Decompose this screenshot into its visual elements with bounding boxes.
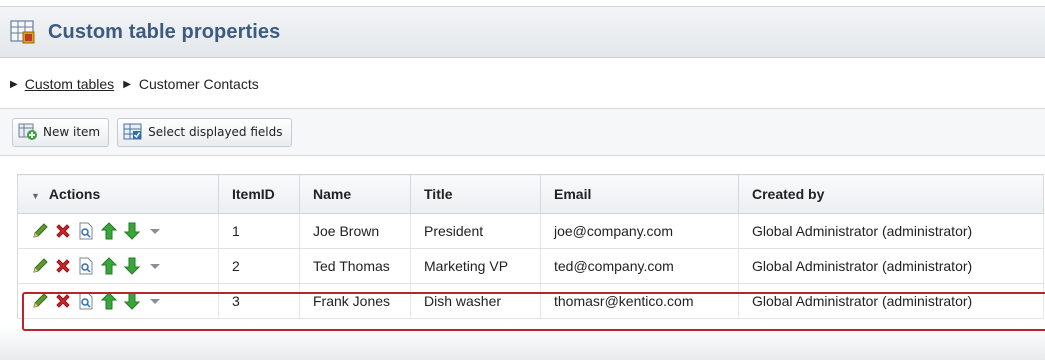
cell-created-by: Global Administrator (administrator) <box>738 283 1044 319</box>
cell-itemid: 1 <box>218 213 300 249</box>
page-header: Custom table properties <box>0 6 1045 58</box>
column-header-email[interactable]: Email <box>540 174 739 214</box>
select-displayed-fields-label: Select displayed fields <box>148 125 283 139</box>
delete-icon[interactable] <box>54 292 72 310</box>
cell-title: Dish washer <box>410 283 541 319</box>
page-title: Custom table properties <box>48 20 281 43</box>
grid-header-row: ▼ Actions ItemID Name Title Email Created… <box>17 174 1044 214</box>
breadcrumb-link-custom-tables[interactable]: Custom tables <box>25 76 114 92</box>
view-icon[interactable] <box>77 292 95 310</box>
cell-email: thomasr@kentico.com <box>540 283 739 319</box>
cell-name: Joe Brown <box>299 213 411 249</box>
cell-title: Marketing VP <box>410 248 541 284</box>
column-header-title[interactable]: Title <box>410 174 541 214</box>
more-actions-dropdown-icon[interactable] <box>146 222 164 240</box>
cell-title: President <box>410 213 541 249</box>
select-displayed-fields-button[interactable]: Select displayed fields <box>117 117 292 147</box>
table-row: 2 Ted Thomas Marketing VP ted@company.co… <box>17 248 1044 284</box>
new-item-button[interactable]: New item <box>12 117 110 147</box>
move-down-icon[interactable] <box>123 257 141 275</box>
breadcrumb-arrow-icon: ▶ <box>10 78 18 90</box>
cell-created-by: Global Administrator (administrator) <box>738 213 1044 249</box>
cell-itemid: 3 <box>218 283 300 319</box>
cell-email: joe@company.com <box>540 213 739 249</box>
view-icon[interactable] <box>77 257 95 275</box>
breadcrumb-current: Customer Contacts <box>138 76 259 92</box>
cell-name: Frank Jones <box>299 283 411 319</box>
custom-table-grid: ▼ Actions ItemID Name Title Email Created… <box>17 174 1044 319</box>
edit-pencil-icon[interactable] <box>31 292 49 310</box>
column-header-created-by[interactable]: Created by <box>738 174 1044 214</box>
toolbar: New item Select displayed fields <box>0 108 1045 156</box>
cell-created-by: Global Administrator (administrator) <box>738 248 1044 284</box>
edit-pencil-icon[interactable] <box>31 222 49 240</box>
view-icon[interactable] <box>77 222 95 240</box>
sort-arrow-icon[interactable]: ▼ <box>31 191 40 201</box>
move-up-icon[interactable] <box>100 222 118 240</box>
column-header-actions[interactable]: ▼ Actions <box>17 174 219 214</box>
new-item-label: New item <box>43 125 101 139</box>
cell-email: ted@company.com <box>540 248 739 284</box>
more-actions-dropdown-icon[interactable] <box>146 257 164 275</box>
delete-icon[interactable] <box>54 257 72 275</box>
move-up-icon[interactable] <box>100 292 118 310</box>
grid-area: ▼ Actions ItemID Name Title Email Created… <box>0 156 1045 360</box>
column-header-itemid[interactable]: ItemID <box>218 174 300 214</box>
row-actions <box>17 213 219 249</box>
breadcrumb: ▶ Custom tables ▶ Customer Contacts <box>0 66 1045 102</box>
row-actions <box>17 248 219 284</box>
custom-table-icon <box>10 19 36 45</box>
column-header-name[interactable]: Name <box>299 174 411 214</box>
more-actions-dropdown-icon[interactable] <box>146 292 164 310</box>
edit-pencil-icon[interactable] <box>31 257 49 275</box>
delete-icon[interactable] <box>54 222 72 240</box>
move-down-icon[interactable] <box>123 292 141 310</box>
move-down-icon[interactable] <box>123 222 141 240</box>
select-fields-icon <box>123 123 142 140</box>
table-row: 3 Frank Jones Dish washer thomasr@kentic… <box>17 283 1044 319</box>
new-item-icon <box>18 123 37 140</box>
move-up-icon[interactable] <box>100 257 118 275</box>
cell-name: Ted Thomas <box>299 248 411 284</box>
cell-itemid: 2 <box>218 248 300 284</box>
row-actions <box>17 283 219 319</box>
breadcrumb-separator-icon: ▶ <box>123 78 131 90</box>
table-row: 1 Joe Brown President joe@company.com Gl… <box>17 213 1044 249</box>
